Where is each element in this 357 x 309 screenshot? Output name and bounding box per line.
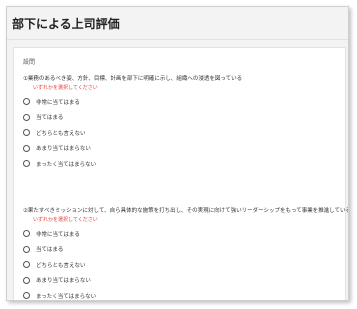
question-1-option-2[interactable]: 当てはまる	[23, 110, 339, 126]
radio-button[interactable]	[23, 261, 30, 269]
radio-button[interactable]	[23, 276, 30, 284]
option-label: どちらとも言えない	[36, 130, 86, 137]
page-header: 部下による上司評価	[7, 7, 348, 40]
option-label: どちらとも言えない	[36, 262, 86, 269]
question-2-option-4[interactable]: あまり当てはまらない	[23, 273, 339, 289]
radio-button[interactable]	[23, 98, 30, 106]
option-label: あまり当てはまらない	[36, 146, 91, 153]
radio-button[interactable]	[23, 292, 30, 300]
option-label: 当てはまる	[36, 115, 64, 122]
question-1: ①業務のあるべき姿、方針、目標、計画を部下に明確に示し、組織への浸透を図っている…	[23, 76, 339, 172]
radio-button[interactable]	[23, 160, 30, 168]
radio-button[interactable]	[23, 230, 30, 238]
option-label: 非常に当てはまる	[36, 231, 80, 238]
page-title: 部下による上司評価	[12, 16, 120, 31]
question-1-text: ①業務のあるべき姿、方針、目標、計画を部下に明確に示し、組織への浸透を図っている	[23, 76, 243, 82]
question-2-text: ②果たすべきミッションに対して、自ら具体的な施策を打ち出し、その実現に向けて強い…	[23, 208, 349, 214]
question-2-option-1[interactable]: 非常に当てはまる	[23, 226, 339, 242]
question-1-option-3[interactable]: どちらとも言えない	[23, 125, 339, 141]
window-frame: 部下による上司評価 設問 ①業務のあるべき姿、方針、目標、計画を部下に明確に示し…	[6, 6, 349, 301]
question-2-option-2[interactable]: 当てはまる	[23, 242, 339, 258]
radio-button[interactable]	[23, 113, 30, 121]
question-1-option-1[interactable]: 非常に当てはまる	[23, 94, 339, 110]
question-2-required-note: いずれかを選択してください	[33, 217, 98, 223]
question-2-option-3[interactable]: どちらとも言えない	[23, 257, 339, 273]
radio-button[interactable]	[23, 144, 30, 152]
radio-button[interactable]	[23, 129, 30, 137]
question-2: ②果たすべきミッションに対して、自ら具体的な施策を打ち出し、その実現に向けて強い…	[23, 208, 349, 300]
question-1-option-5[interactable]: まったく当てはまらない	[23, 156, 339, 172]
option-label: まったく当てはまらない	[36, 161, 97, 168]
question-2-option-5[interactable]: まったく当てはまらない	[23, 288, 339, 300]
option-label: 非常に当てはまる	[36, 99, 80, 106]
question-1-required-note: いずれかを選択してください	[33, 85, 98, 91]
option-label: 当てはまる	[36, 247, 64, 254]
question-1-option-4[interactable]: あまり当てはまらない	[23, 141, 339, 157]
option-label: まったく当てはまらない	[36, 293, 97, 300]
survey-card: 設問 ①業務のあるべき姿、方針、目標、計画を部下に明確に示し、組織への浸透を図っ…	[13, 47, 349, 300]
section-label: 設問	[23, 59, 36, 66]
radio-button[interactable]	[23, 245, 30, 253]
option-label: あまり当てはまらない	[36, 278, 91, 285]
